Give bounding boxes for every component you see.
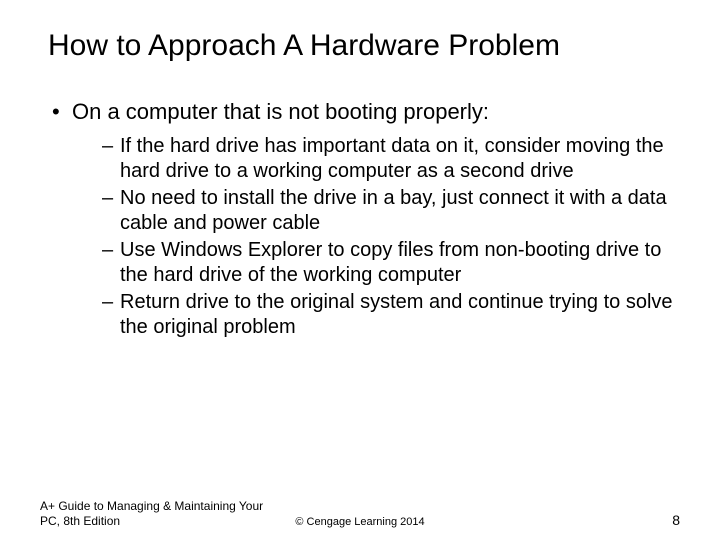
bullet-level2: No need to install the drive in a bay, j… <box>102 186 680 236</box>
bullet-level2: Use Windows Explorer to copy files from … <box>102 238 680 288</box>
slide-title: How to Approach A Hardware Problem <box>0 0 720 64</box>
sublist: If the hard drive has important data on … <box>48 132 680 340</box>
bullet-level2: If the hard drive has important data on … <box>102 134 680 184</box>
slide-footer: A+ Guide to Managing & Maintaining Your … <box>0 499 720 528</box>
footer-book-title: A+ Guide to Managing & Maintaining Your … <box>40 499 280 528</box>
slide-content: On a computer that is not booting proper… <box>0 64 720 340</box>
bullet-level1: On a computer that is not booting proper… <box>48 98 680 126</box>
bullet-level2: Return drive to the original system and … <box>102 290 680 340</box>
footer-page-number: 8 <box>672 512 680 528</box>
footer-copyright: © Cengage Learning 2014 <box>295 516 424 528</box>
